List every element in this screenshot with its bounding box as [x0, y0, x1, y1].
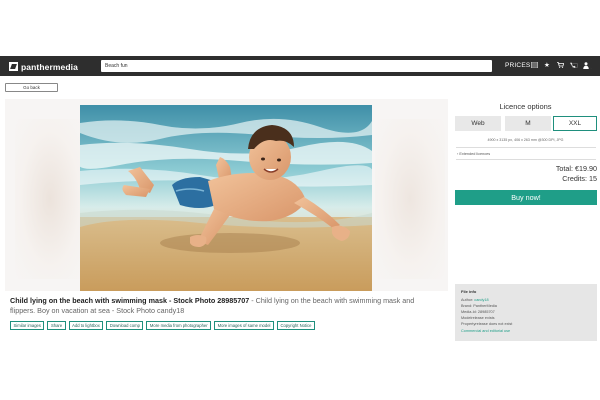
share-button[interactable]: Share	[47, 321, 66, 330]
star-icon[interactable]: ★	[544, 62, 550, 69]
size-option-web[interactable]: Web	[455, 116, 501, 131]
file-info-usage-link[interactable]: Commercial and editorial use	[461, 328, 591, 334]
blurred-background-right	[375, 119, 445, 279]
photo-title: Child lying on the beach with swimming m…	[10, 296, 250, 305]
add-to-lightbox-button[interactable]: Add to lightbox	[68, 321, 104, 330]
buy-now-button[interactable]: Buy now!	[455, 190, 597, 205]
grid-icon[interactable]	[530, 61, 539, 70]
size-option-m[interactable]: M	[505, 116, 551, 131]
similar-images-button[interactable]: Similar images	[10, 321, 45, 330]
more-media-from-photographer-button[interactable]: More media from photographer	[146, 321, 212, 330]
image-preview-area	[5, 99, 448, 291]
photo-actions: Similar images Share Add to lightbox Dow…	[10, 321, 315, 330]
author-link[interactable]: candy18	[474, 298, 488, 302]
more-images-same-model-button[interactable]: More images of same model	[214, 321, 274, 330]
extended-licences-toggle[interactable]: › Extended licences	[457, 152, 490, 156]
logo-text: panthermedia	[21, 61, 78, 72]
size-option-xxl[interactable]: XXL	[553, 116, 597, 131]
licence-title: Licence options	[499, 102, 552, 111]
total-price: Total: €19.90	[555, 164, 597, 173]
cart-icon[interactable]	[557, 62, 565, 70]
search-bar	[101, 60, 590, 72]
download-comp-button[interactable]: Download comp	[106, 321, 144, 330]
phone-icon[interactable]	[570, 62, 576, 70]
logo-mark-icon	[9, 62, 18, 71]
file-info-title: File info	[461, 289, 477, 294]
image-dimensions: 4900 x 3135 px, 406 x 263 mm @300 DPI, J…	[487, 138, 564, 142]
extended-licences-label: Extended licences	[459, 152, 491, 156]
divider	[456, 159, 596, 160]
photo-title-block: Child lying on the beach with swimming m…	[10, 296, 440, 315]
stock-photo[interactable]	[80, 105, 372, 291]
search-input[interactable]	[103, 60, 463, 72]
prices-link[interactable]: PRICES	[505, 62, 530, 69]
divider	[456, 147, 596, 148]
blurred-background-left	[15, 119, 85, 279]
credits-price: Credits: 15	[562, 174, 597, 183]
page: panthermedia PRICES ★ Go back	[0, 0, 600, 400]
go-back-button[interactable]: Go back	[5, 83, 58, 92]
file-info-panel: File info Author: candy18 Brand: Panther…	[455, 284, 597, 341]
top-navigation-bar: panthermedia PRICES ★	[0, 56, 600, 76]
logo[interactable]: panthermedia	[9, 61, 78, 72]
copyright-notice-button[interactable]: Copyright Notice	[276, 321, 315, 330]
user-icon[interactable]	[583, 62, 589, 71]
